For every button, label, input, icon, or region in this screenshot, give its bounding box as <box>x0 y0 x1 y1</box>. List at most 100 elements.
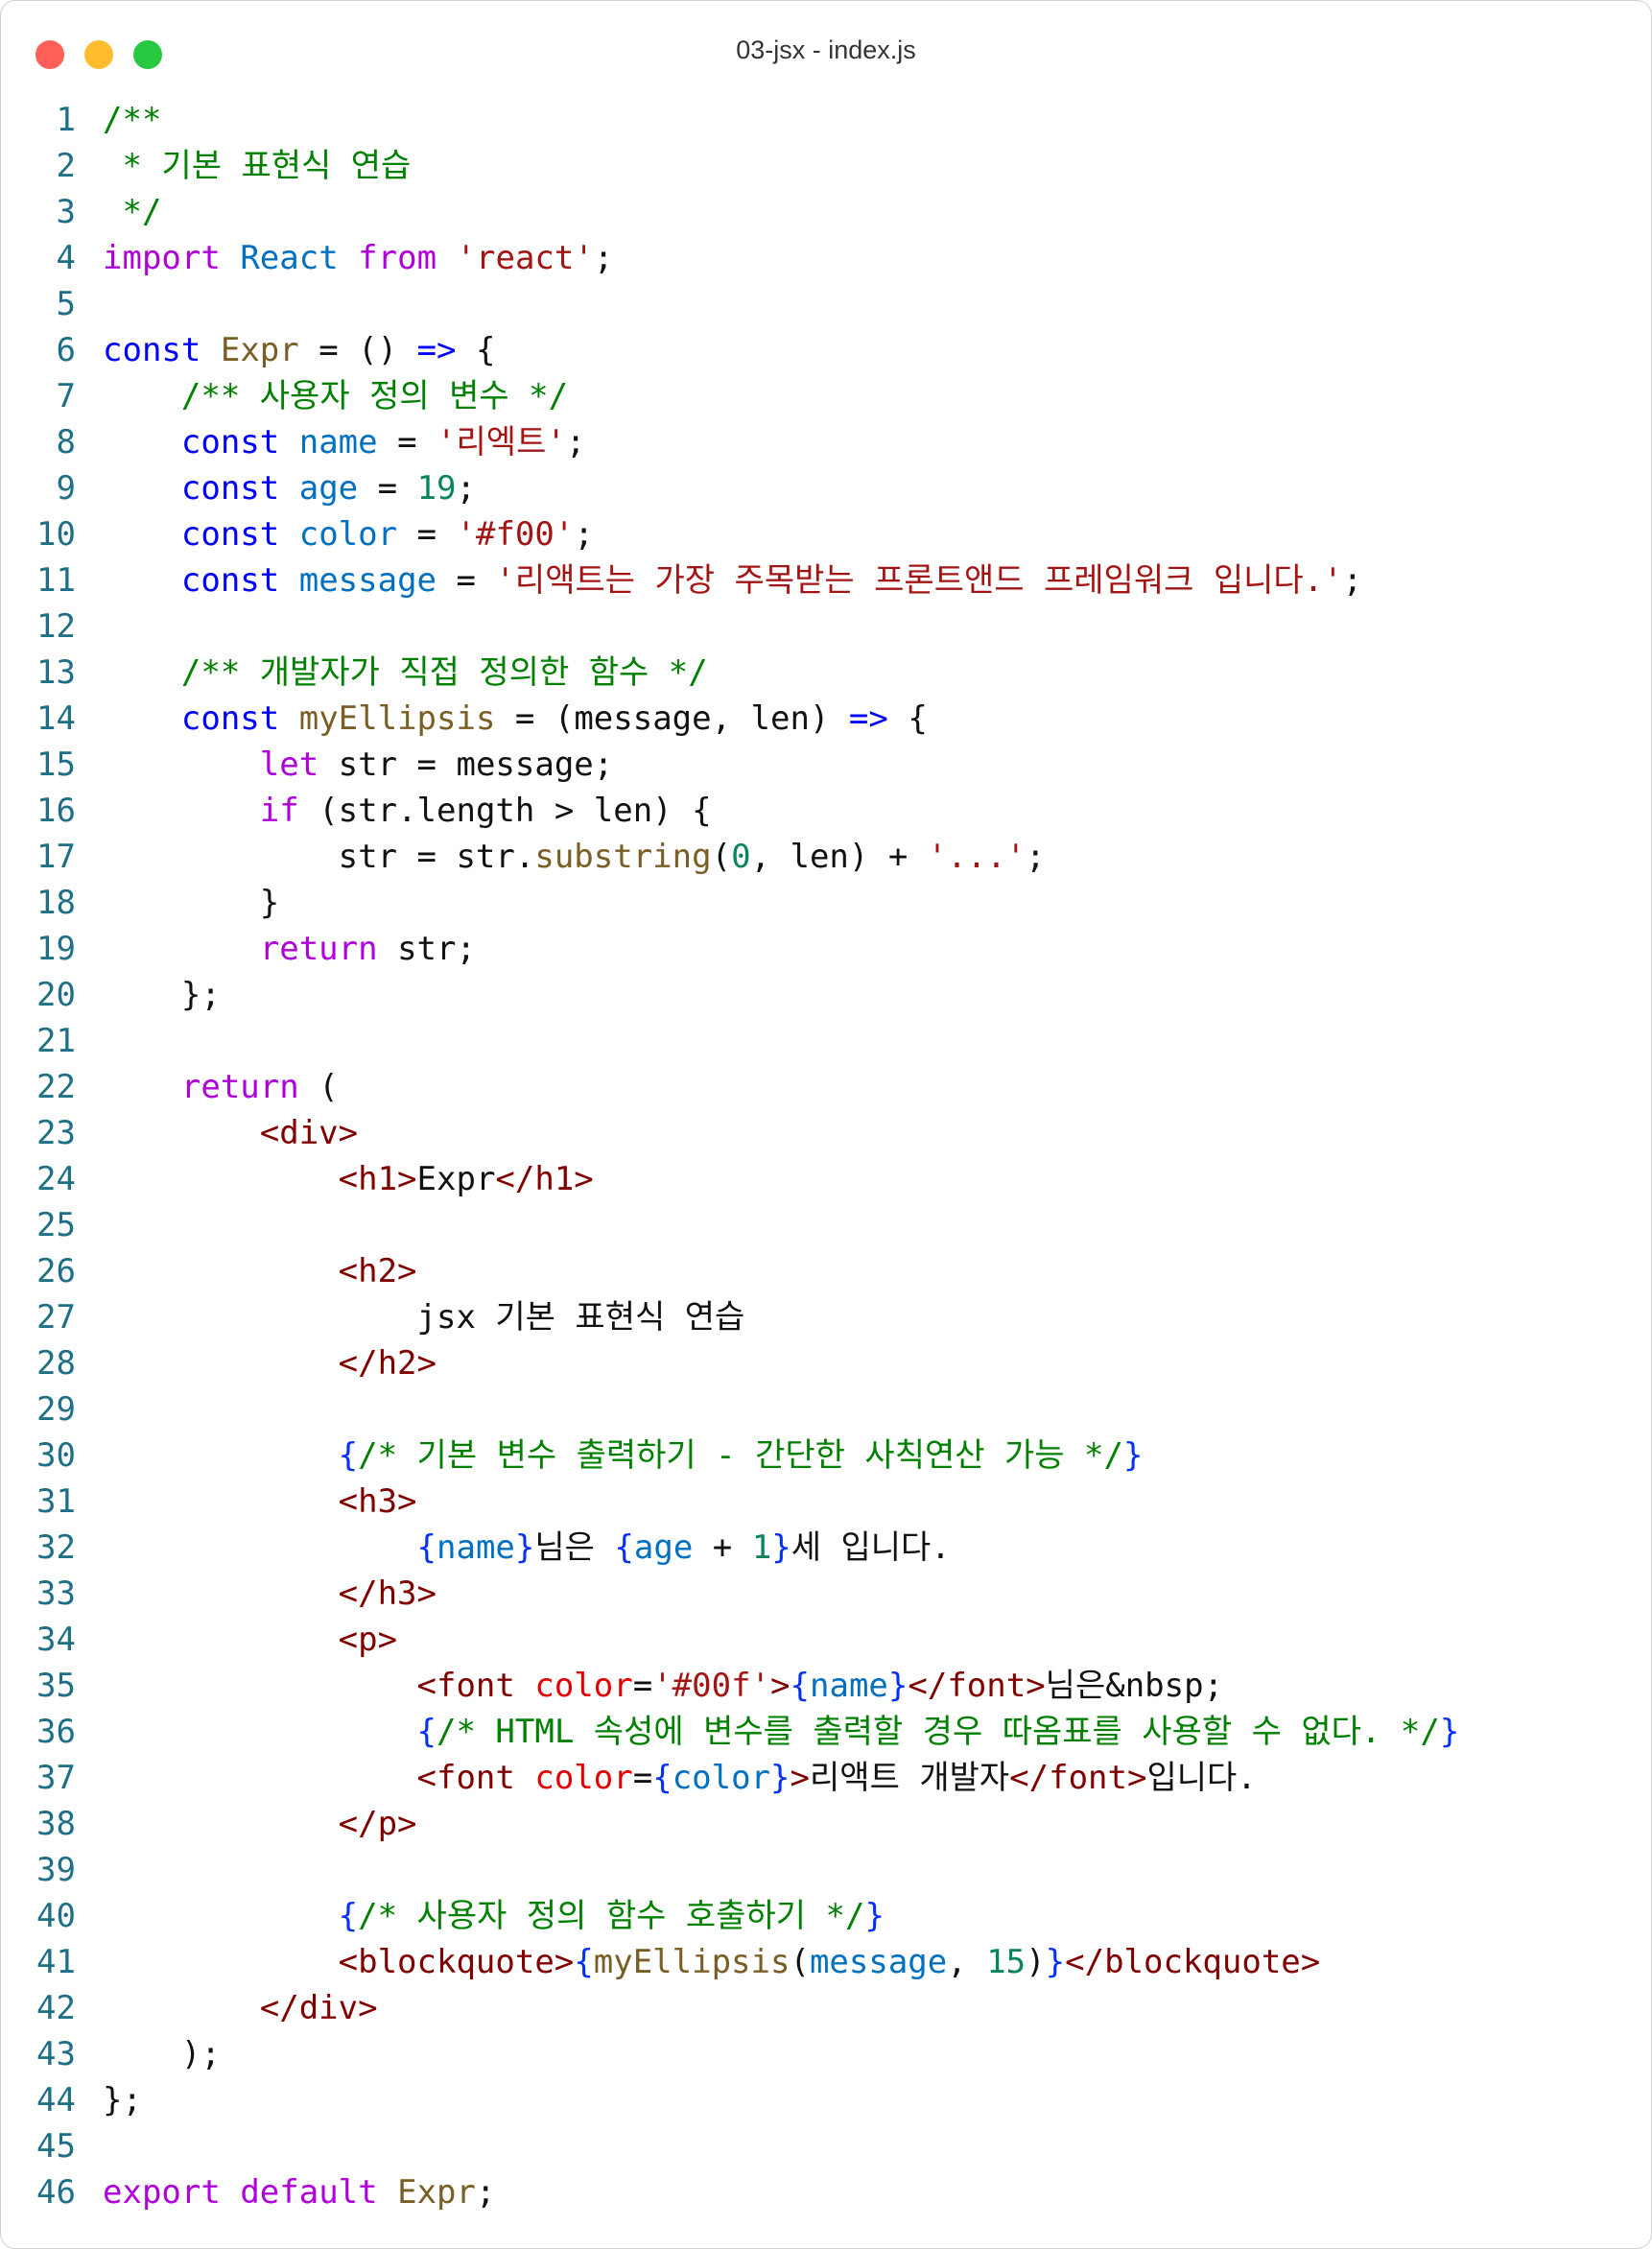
code-token: <font <box>416 1759 515 1797</box>
code-token: = <box>632 1759 653 1797</box>
code-text: const Expr = () => { <box>103 327 495 373</box>
code-line: 31 <h3> <box>1 1479 1651 1525</box>
line-number: 29 <box>36 1390 76 1429</box>
code-line: 24 <h1>Expr</h1> <box>1 1156 1651 1202</box>
code-text: <font color={color}>리액트 개발자</font>입니다. <box>103 1755 1257 1801</box>
code-line: 6 const Expr = () => { <box>1 327 1651 373</box>
code-token: ( <box>711 838 732 876</box>
code-text: str = str.substring(0, len) + '...'; <box>103 834 1046 880</box>
code-token: { <box>887 699 928 738</box>
code-token: => <box>416 331 457 369</box>
code-line: 20 }; <box>1 972 1651 1018</box>
code-text: <p> <box>103 1617 397 1663</box>
code-token: str = str. <box>103 838 535 876</box>
code-token: color <box>298 515 398 554</box>
code-token: }; <box>103 2081 142 2119</box>
code-text: {/* 기본 변수 출력하기 - 간단한 사칙연산 가능 */} <box>103 1432 1144 1479</box>
code-token: { <box>416 1713 437 1751</box>
code-text: /** 개발자가 직접 정의한 함수 */ <box>103 650 708 696</box>
code-line: 26 <h2> <box>1 1248 1651 1294</box>
code-token: React <box>240 239 339 277</box>
line-number: 25 <box>36 1206 76 1244</box>
code-line: 43 ); <box>1 2031 1651 2077</box>
code-token: = () <box>298 331 417 369</box>
code-token: 리액트 개발자 <box>810 1759 1010 1797</box>
code-text: </h3> <box>103 1571 437 1617</box>
line-number: 22 <box>36 1068 76 1106</box>
code-token: let <box>259 746 319 784</box>
code-token: /* HTML 속성에 변수를 출력할 경우 따옴표를 사용할 수 없다. */ <box>437 1713 1440 1751</box>
code-token: 15 <box>986 1943 1027 1981</box>
code-token: <h3> <box>338 1482 417 1521</box>
code-line: 45 <box>1 2123 1651 2169</box>
code-text: const message = '리액트는 가장 주목받는 프론트앤드 프레임워… <box>103 557 1362 604</box>
code-token: if <box>259 792 299 830</box>
code-token: 님은&nbsp; <box>1045 1667 1224 1705</box>
code-token: const <box>180 699 280 738</box>
line-number: 12 <box>36 607 76 646</box>
code-line: 1 /** <box>1 97 1651 143</box>
code-token: }; <box>103 976 221 1014</box>
code-token: Expr <box>220 331 299 369</box>
code-line: 23 <div> <box>1 1110 1651 1156</box>
code-line: 18 } <box>1 880 1651 926</box>
code-line: 14 const myEllipsis = (message, len) => … <box>1 696 1651 742</box>
code-token: ; <box>565 423 586 462</box>
code-line: 17 str = str.substring(0, len) + '...'; <box>1 834 1651 880</box>
code-text: </h2> <box>103 1340 437 1386</box>
code-token: } <box>887 1667 909 1705</box>
code-token: substring <box>534 838 712 876</box>
line-number: 41 <box>36 1943 76 1981</box>
code-token: ) <box>809 699 849 738</box>
line-number: 37 <box>36 1759 76 1797</box>
code-line: 7 /** 사용자 정의 변수 */ <box>1 373 1651 419</box>
code-token: color <box>534 1667 633 1705</box>
code-token: } <box>1045 1943 1066 1981</box>
code-token: name <box>810 1667 888 1705</box>
code-token: (str.length > len) { <box>298 792 712 830</box>
line-number: 1 <box>56 101 76 139</box>
code-token: ( <box>790 1943 810 1981</box>
code-token: => <box>848 699 888 738</box>
code-token: <h2> <box>338 1252 417 1290</box>
code-token: age <box>298 469 359 508</box>
code-token: = <box>397 515 457 554</box>
code-token: '#f00' <box>456 515 575 554</box>
code-token: { <box>614 1528 634 1567</box>
code-token: = <box>377 423 437 462</box>
line-number: 5 <box>56 285 76 323</box>
code-line: 9 const age = 19; <box>1 465 1651 511</box>
line-number: 4 <box>56 239 76 277</box>
code-line: 19 return str; <box>1 926 1651 972</box>
code-token: default <box>240 2173 378 2212</box>
code-token: str = message; <box>319 746 614 784</box>
code-line: 30 {/* 기본 변수 출력하기 - 간단한 사칙연산 가능 */} <box>1 1432 1651 1479</box>
code-line: 4 import React from 'react'; <box>1 235 1651 281</box>
editor-window: 03-jsx - index.js 1/** 2 * 기본 표현식 연습 3 */4… <box>0 0 1652 2249</box>
code-text: if (str.length > len) { <box>103 788 712 834</box>
code-token: Expr <box>416 1160 496 1198</box>
code-token: { <box>574 1943 594 1981</box>
code-token: </h3> <box>338 1574 437 1613</box>
code-text: }; <box>103 2077 142 2123</box>
code-text: const myEllipsis = (message, len) => { <box>103 696 928 742</box>
code-token: } <box>103 884 280 922</box>
line-number: 8 <box>56 423 76 462</box>
code-token: ; <box>574 515 594 554</box>
line-number: 6 <box>56 331 76 369</box>
code-token: color <box>672 1759 771 1797</box>
code-token: </font> <box>908 1667 1046 1705</box>
code-token: <div> <box>259 1114 359 1152</box>
